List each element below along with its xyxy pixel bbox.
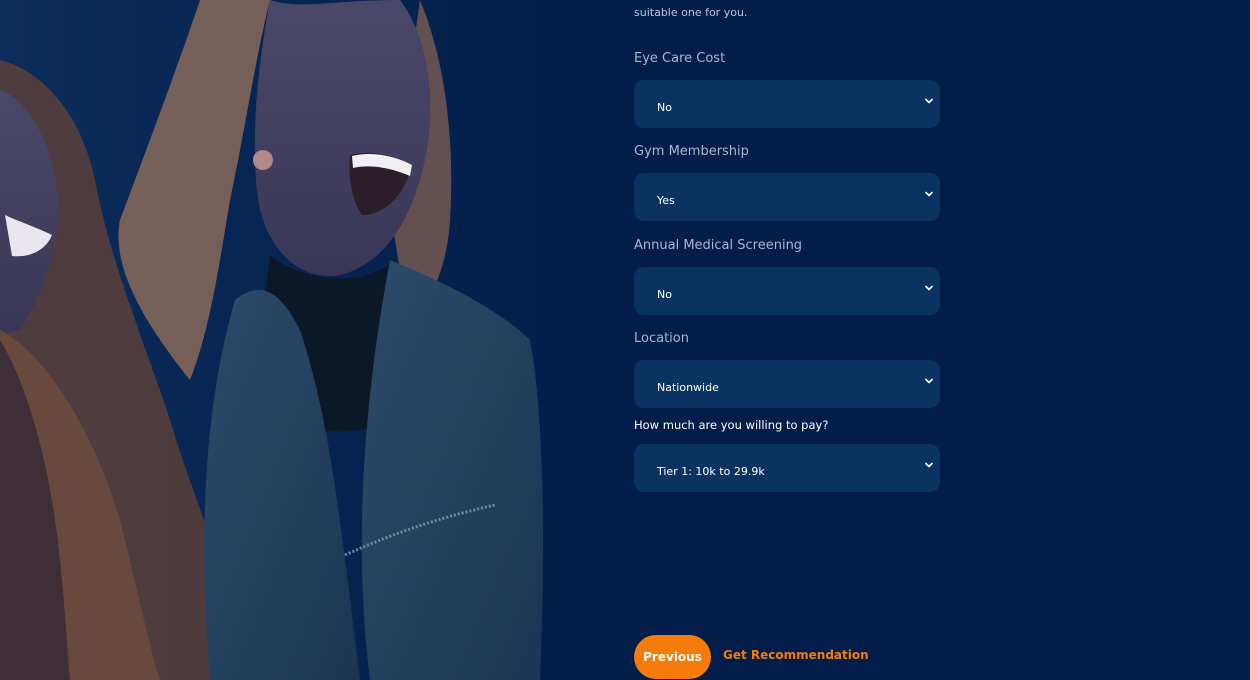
location-select[interactable]: Nationwide bbox=[634, 360, 940, 408]
chevron-down-icon bbox=[925, 191, 933, 197]
get-recommendation-button[interactable]: Get Recommendation bbox=[723, 648, 869, 662]
gym-membership-select[interactable]: Yes bbox=[634, 173, 940, 221]
payment-tier-label: How much are you willing to pay? bbox=[634, 418, 829, 432]
location-value: Nationwide bbox=[657, 381, 719, 394]
payment-tier-value: Tier 1: 10k to 29.9k bbox=[657, 465, 765, 478]
eye-care-cost-select[interactable]: No bbox=[634, 80, 940, 128]
eye-care-cost-label: Eye Care Cost bbox=[634, 51, 726, 66]
chevron-down-icon bbox=[925, 285, 933, 291]
annual-medical-screening-select[interactable]: No bbox=[634, 267, 940, 315]
chevron-down-icon bbox=[925, 378, 933, 384]
location-label: Location bbox=[634, 331, 689, 346]
annual-medical-screening-label: Annual Medical Screening bbox=[634, 238, 803, 253]
eye-care-cost-value: No bbox=[657, 101, 672, 114]
previous-button[interactable]: Previous bbox=[634, 635, 711, 679]
chevron-down-icon bbox=[925, 462, 933, 468]
hero-illustration bbox=[0, 0, 600, 680]
annual-medical-screening-value: No bbox=[657, 288, 672, 301]
intro-text: suitable one for you. bbox=[634, 6, 748, 19]
gym-membership-label: Gym Membership bbox=[634, 144, 749, 159]
page: suitable one for you. Eye Care Cost No G… bbox=[0, 0, 1250, 680]
payment-tier-select[interactable]: Tier 1: 10k to 29.9k bbox=[634, 444, 940, 492]
chevron-down-icon bbox=[925, 98, 933, 104]
hero-photo bbox=[0, 0, 600, 680]
gym-membership-value: Yes bbox=[657, 194, 675, 207]
